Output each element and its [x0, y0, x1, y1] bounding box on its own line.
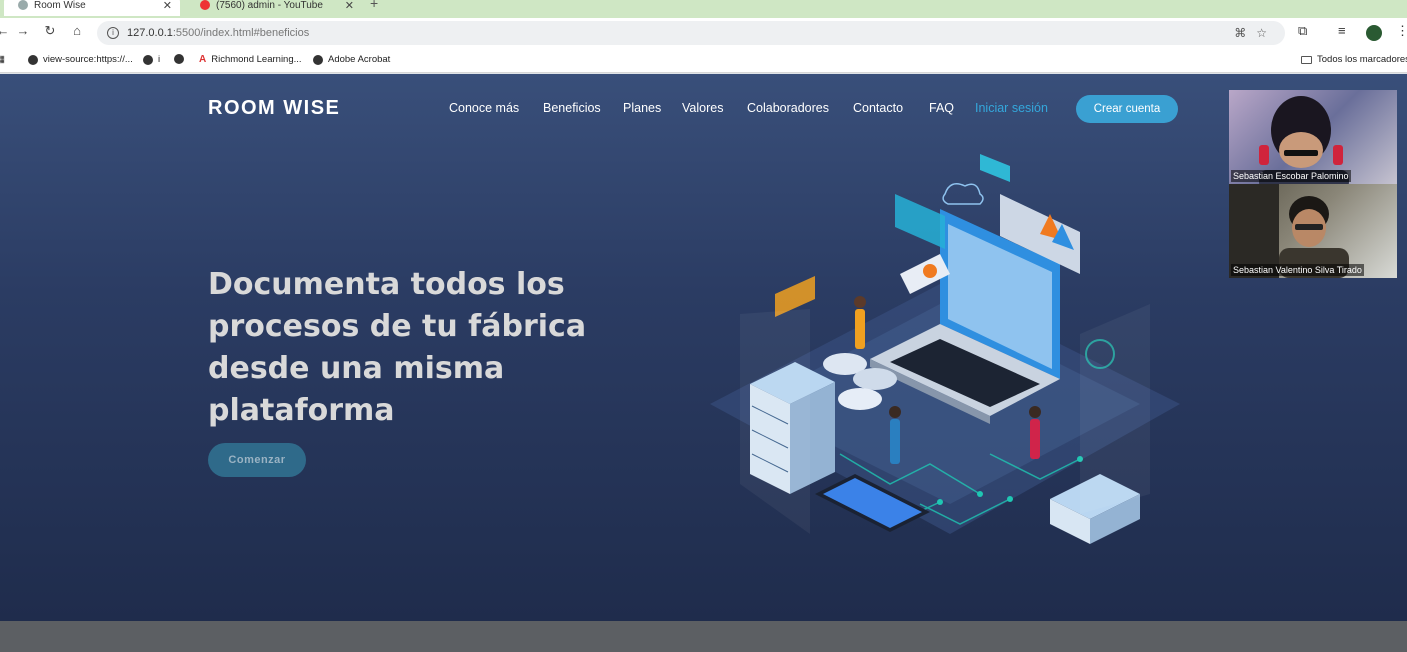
translate-star-icons[interactable]: ⌘☆	[1234, 26, 1277, 40]
close-tab-icon[interactable]: ✕	[345, 0, 354, 12]
nav-colaboradores[interactable]: Colaboradores	[747, 101, 829, 115]
extensions-icon[interactable]: ⧉	[1298, 23, 1307, 39]
participant-video-2: Sebastian Valentino Silva Tirado	[1229, 184, 1397, 278]
url-text: 127.0.0.1:5500/index.html#beneficios	[127, 27, 310, 39]
reload-icon[interactable]: ↻	[41, 23, 59, 39]
hero-illustration	[710, 154, 1180, 544]
close-tab-icon[interactable]: ✕	[163, 0, 172, 12]
participant-name: Sebastian Escobar Palomino	[1231, 170, 1351, 182]
bookmark-item[interactable]: Adobe Acrobat	[313, 54, 390, 65]
home-icon[interactable]: ⌂	[68, 23, 86, 38]
all-bookmarks[interactable]: Todos los marcadores	[1301, 54, 1407, 65]
nav-planes[interactable]: Planes	[623, 101, 661, 115]
next-section-edge	[0, 621, 1407, 652]
youtube-icon	[200, 0, 210, 10]
bookmarks-bar: ▦ view-source:https://... i A Richmond Le…	[0, 48, 1407, 73]
site-info-icon[interactable]: i	[107, 27, 119, 39]
tab-youtube[interactable]: (7560) admin - YouTube ✕	[186, 0, 362, 16]
forward-icon[interactable]: →	[14, 23, 32, 38]
bookmark-item[interactable]: i	[143, 54, 160, 65]
menu-icon[interactable]: ⋮	[1396, 23, 1407, 39]
start-button[interactable]: Comenzar	[208, 443, 306, 477]
site-logo[interactable]: ROOM WISE	[208, 97, 340, 120]
nav-valores[interactable]: Valores	[682, 101, 723, 115]
address-bar[interactable]: i 127.0.0.1:5500/index.html#beneficios ⌘…	[97, 21, 1285, 45]
nav-beneficios[interactable]: Beneficios	[543, 101, 601, 115]
profile-avatar[interactable]	[1366, 25, 1382, 41]
tab-room-wise[interactable]: Room Wise ✕	[4, 0, 180, 16]
login-link[interactable]: Iniciar sesión	[975, 101, 1048, 115]
media-control-icon[interactable]: ≡	[1338, 23, 1346, 38]
back-icon[interactable]: ←	[0, 23, 12, 38]
bookmark-item[interactable]: A Richmond Learning...	[199, 54, 302, 65]
tab-title: Room Wise	[34, 0, 86, 11]
nav-contacto[interactable]: Contacto	[853, 101, 903, 115]
bookmark-item[interactable]	[174, 54, 184, 64]
nav-faq[interactable]: FAQ	[929, 101, 954, 115]
folder-icon	[1301, 55, 1312, 64]
nav-conoce-mas[interactable]: Conoce más	[449, 101, 519, 115]
webpage: ROOM WISE Conoce más Beneficios Planes V…	[0, 74, 1407, 621]
tab-title: (7560) admin - YouTube	[216, 0, 323, 11]
browser-toolbar: ← → ↻ ⌂ i 127.0.0.1:5500/index.html#bene…	[0, 18, 1407, 48]
participant-video-1: Sebastian Escobar Palomino	[1229, 90, 1397, 184]
hero-headline: Documenta todos los procesos de tu fábri…	[208, 267, 587, 428]
tab-strip: Room Wise ✕ (7560) admin - YouTube ✕ +	[0, 0, 1407, 18]
bookmark-item[interactable]: view-source:https://...	[28, 54, 133, 65]
participant-name: Sebastian Valentino Silva Tirado	[1231, 264, 1364, 276]
new-tab-icon[interactable]: +	[370, 0, 378, 11]
signup-button[interactable]: Crear cuenta	[1076, 95, 1178, 123]
apps-icon[interactable]: ▦	[0, 54, 5, 65]
globe-icon	[18, 0, 28, 10]
